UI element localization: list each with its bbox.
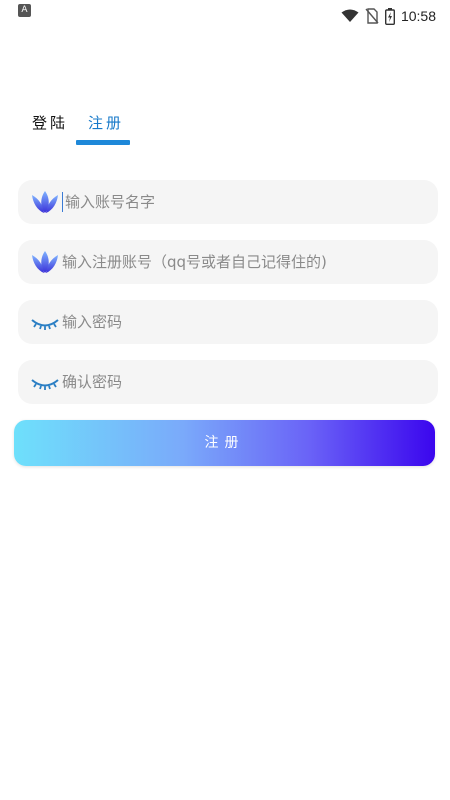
confirm-password-field[interactable]: 确认密码 [18,360,438,404]
register-button[interactable]: 注册 [14,420,435,466]
account-name-input[interactable]: 输入账号名字 [65,180,155,224]
register-button-label: 注册 [204,435,245,451]
wifi-icon [341,9,359,22]
status-bar: A 10:58 [0,0,450,32]
app-notification-icon: A [18,4,31,17]
lotus-icon [32,251,58,273]
no-sim-icon [365,8,379,24]
closed-eye-icon[interactable] [30,309,60,335]
clock: 10:58 [400,8,436,24]
active-tab-indicator [76,140,130,145]
register-account-input[interactable]: 输入注册账号（qq号或者自己记得住的) [62,240,327,284]
status-icons: 10:58 [341,6,436,26]
battery-charging-icon [384,7,395,25]
register-account-field[interactable]: 输入注册账号（qq号或者自己记得住的) [18,240,438,284]
text-caret [62,192,63,212]
auth-tabs: 登陆 注册 [0,108,450,148]
password-field[interactable]: 输入密码 [18,300,438,344]
confirm-password-input[interactable]: 确认密码 [62,360,122,404]
closed-eye-icon[interactable] [30,369,60,395]
tab-login[interactable]: 登陆 [32,112,68,133]
tab-register[interactable]: 注册 [88,112,124,133]
password-input[interactable]: 输入密码 [62,300,122,344]
lotus-icon [32,191,58,213]
account-name-field[interactable]: 输入账号名字 [18,180,438,224]
